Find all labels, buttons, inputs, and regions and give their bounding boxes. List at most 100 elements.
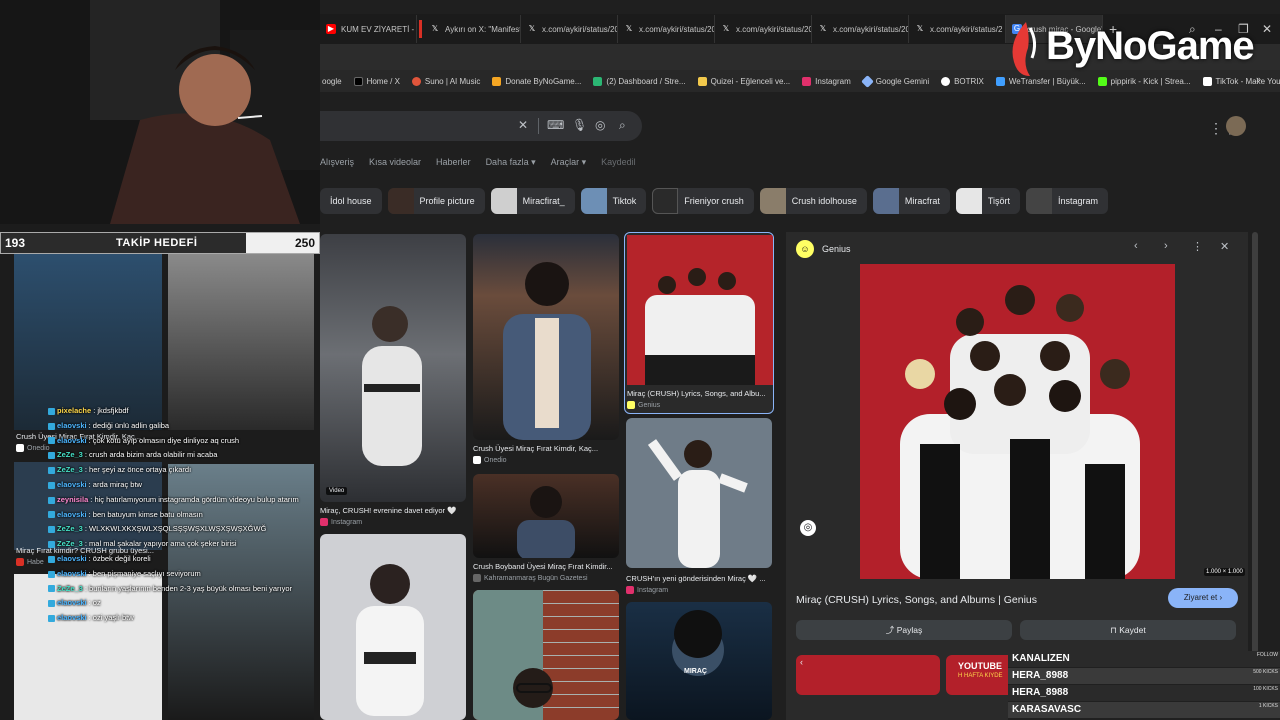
genius-icon: [627, 401, 635, 409]
chat-username: ZeZe_3: [57, 583, 83, 593]
lens-icon[interactable]: ◎: [595, 118, 605, 132]
related-thumb[interactable]: YOUTUBE H HAFTA KIYDE: [946, 655, 1016, 695]
image-result[interactable]: MIRAÇ: [626, 602, 772, 720]
filter-tools[interactable]: Araçlar ▾: [551, 157, 587, 168]
share-button[interactable]: ⤴ Paylaş: [796, 620, 1012, 640]
chip-profile-picture[interactable]: Profile picture: [387, 188, 485, 214]
chevron-left-icon[interactable]: ‹: [800, 657, 803, 667]
chip-tiktok[interactable]: Tiktok: [580, 188, 647, 214]
event-row: KARASAVASC 1 KICKS: [1008, 702, 1280, 718]
bookmark-donate[interactable]: Donate ByNoGame...: [492, 76, 581, 86]
bookmark-instagram[interactable]: Instagram: [802, 76, 851, 86]
avatar[interactable]: [1226, 116, 1246, 136]
tab-youtube[interactable]: ▶ KUM EV ZİYARETİ - Yo: [320, 15, 417, 43]
genius-logo-icon: ☺: [796, 240, 814, 258]
clear-icon[interactable]: ✕: [518, 118, 528, 132]
chat-badge-icon: [48, 570, 55, 578]
suno-icon: [411, 76, 421, 86]
tab-x-status-4[interactable]: 𝕏x.com/aykiri/status/20: [812, 15, 909, 43]
chat-badge-icon: [48, 615, 55, 623]
result-source: Onedio: [16, 444, 50, 452]
photo-person: [647, 439, 748, 568]
search-input[interactable]: ✕ ⌨ 🎙 ◎ ⌕: [320, 111, 642, 141]
keyboard-icon[interactable]: ⌨: [547, 118, 564, 132]
chat-message: elaovski: çok kötü ayıp olmasın diye din…: [48, 434, 318, 449]
panel-title[interactable]: Miraç (CRUSH) Lyrics, Songs, and Albums …: [796, 594, 1037, 606]
chip-miracfirat[interactable]: Miracfirat_: [490, 188, 575, 214]
image-result[interactable]: [473, 474, 619, 558]
search-icon[interactable]: ⌕: [619, 118, 626, 133]
thumbnail: [627, 235, 773, 385]
chip-instagram[interactable]: İnstagram: [1026, 188, 1109, 214]
more-options-icon[interactable]: ⋮: [1192, 240, 1203, 253]
chip-tisort[interactable]: Tişört: [955, 188, 1021, 214]
chip-idol-house[interactable]: İdol house: [320, 188, 382, 214]
result-source: Habe: [16, 558, 44, 566]
result-source: Genius: [627, 401, 660, 409]
visit-button[interactable]: Ziyaret et ›: [1168, 588, 1238, 608]
chat-text: : oz: [88, 598, 101, 608]
chevron-right-icon[interactable]: ›: [1164, 240, 1168, 252]
instagram-icon: [320, 518, 328, 526]
chat-username: ZeZe_3: [57, 539, 83, 549]
filter-saved[interactable]: Kaydedil: [601, 157, 636, 168]
onedio-icon: [16, 444, 24, 452]
bookmark-google[interactable]: oogle: [322, 77, 342, 86]
search-filters: Alışveriş Kısa videolar Haberler Daha fa…: [320, 157, 636, 168]
x-icon: 𝕏: [528, 24, 536, 33]
save-button[interactable]: ⊓ Kaydet: [1020, 620, 1236, 640]
related-thumb[interactable]: ‹: [796, 655, 940, 695]
chip-thumbnail: [490, 188, 517, 214]
event-type: 500 KICKS: [1253, 669, 1278, 675]
filter-shopping[interactable]: Alışveriş: [320, 157, 354, 168]
preview-image[interactable]: [860, 264, 1175, 579]
close-icon[interactable]: ✕: [1220, 240, 1229, 253]
chip-crush-idolhouse[interactable]: Crush idolhouse: [759, 188, 867, 214]
chat-badge-icon: [48, 526, 55, 534]
bookmark-dashboard[interactable]: (2) Dashboard / Stre...: [593, 76, 686, 86]
tab-x-status-3[interactable]: 𝕏x.com/aykiri/status/20: [715, 15, 812, 43]
instagram-icon: [626, 586, 634, 594]
photo-group: [860, 264, 1175, 579]
bookmark-icon: ⊓: [1110, 625, 1117, 635]
chip-miracfrat[interactable]: Miracfrat: [872, 188, 950, 214]
bookmark-botrix[interactable]: BOTRIX: [941, 76, 984, 86]
chat-badge-icon: [48, 600, 55, 608]
image-result-selected[interactable]: Miraç (CRUSH) Lyrics, Songs, and Albu...…: [624, 232, 774, 414]
chat-text: : mal mal şakalar yapıyor ama çok şeker …: [84, 539, 237, 549]
bookmark-gemini[interactable]: Google Gemini: [860, 74, 929, 88]
lens-search-icon[interactable]: ◎: [800, 520, 816, 536]
tab-x-status-5[interactable]: 𝕏x.com/aykiri/status/2: [909, 15, 1006, 43]
tab-x-status-1[interactable]: 𝕏x.com/aykiri/status/20: [521, 15, 618, 43]
filter-more[interactable]: Daha fazla ▾: [486, 157, 536, 168]
bookmark-suno[interactable]: Suno | AI Music: [411, 76, 480, 86]
bookmark-quizei[interactable]: Quizei - Eğlenceli ve...: [697, 76, 790, 86]
panel-scrollbar[interactable]: [1252, 232, 1258, 692]
chat-message: ZeZe_3: crush arda bizim arda olabilir m…: [48, 448, 318, 463]
image-result[interactable]: [473, 234, 619, 440]
result-caption[interactable]: Miraç, CRUSH! evrenine davet ediyor 🤍: [320, 506, 466, 515]
filter-news[interactable]: Haberler: [436, 157, 471, 168]
youtube-icon: ▶: [326, 24, 336, 34]
gemini-icon: [860, 74, 874, 88]
image-result[interactable]: Video: [320, 234, 466, 502]
thumb-text: YOUTUBE: [958, 661, 1003, 671]
mic-icon[interactable]: 🎙: [572, 118, 587, 132]
result-source: Instagram: [320, 518, 362, 526]
filter-short-videos[interactable]: Kısa videolar: [369, 157, 421, 168]
result-caption[interactable]: CRUSH'ın yeni gönderisinden Miraç 🤍 ...: [626, 574, 772, 583]
chat-badge-icon: [48, 496, 55, 504]
bookmark-x-home[interactable]: Home / X: [353, 76, 400, 86]
image-result[interactable]: [320, 534, 466, 720]
flame-icon: [1012, 22, 1037, 76]
image-result[interactable]: [473, 590, 619, 720]
result-caption[interactable]: Crush Boyband Üyesi Miraç Fırat Kimdir..…: [473, 562, 619, 571]
chevron-left-icon[interactable]: ‹: [1134, 240, 1138, 252]
panel-source[interactable]: ☺ Genius: [796, 240, 851, 258]
chat-badge-icon: [48, 467, 55, 475]
chip-frieniyor-crush[interactable]: Frieniyor crush: [652, 188, 754, 214]
image-result[interactable]: [626, 418, 772, 568]
tab-x-manifest[interactable]: 𝕏 Aykırı on X: "Manifest: [424, 15, 521, 43]
tab-x-status-2[interactable]: 𝕏x.com/aykiri/status/20: [618, 15, 715, 43]
result-caption[interactable]: Crush Üyesi Miraç Fırat Kimdir, Kaç...: [473, 444, 619, 453]
